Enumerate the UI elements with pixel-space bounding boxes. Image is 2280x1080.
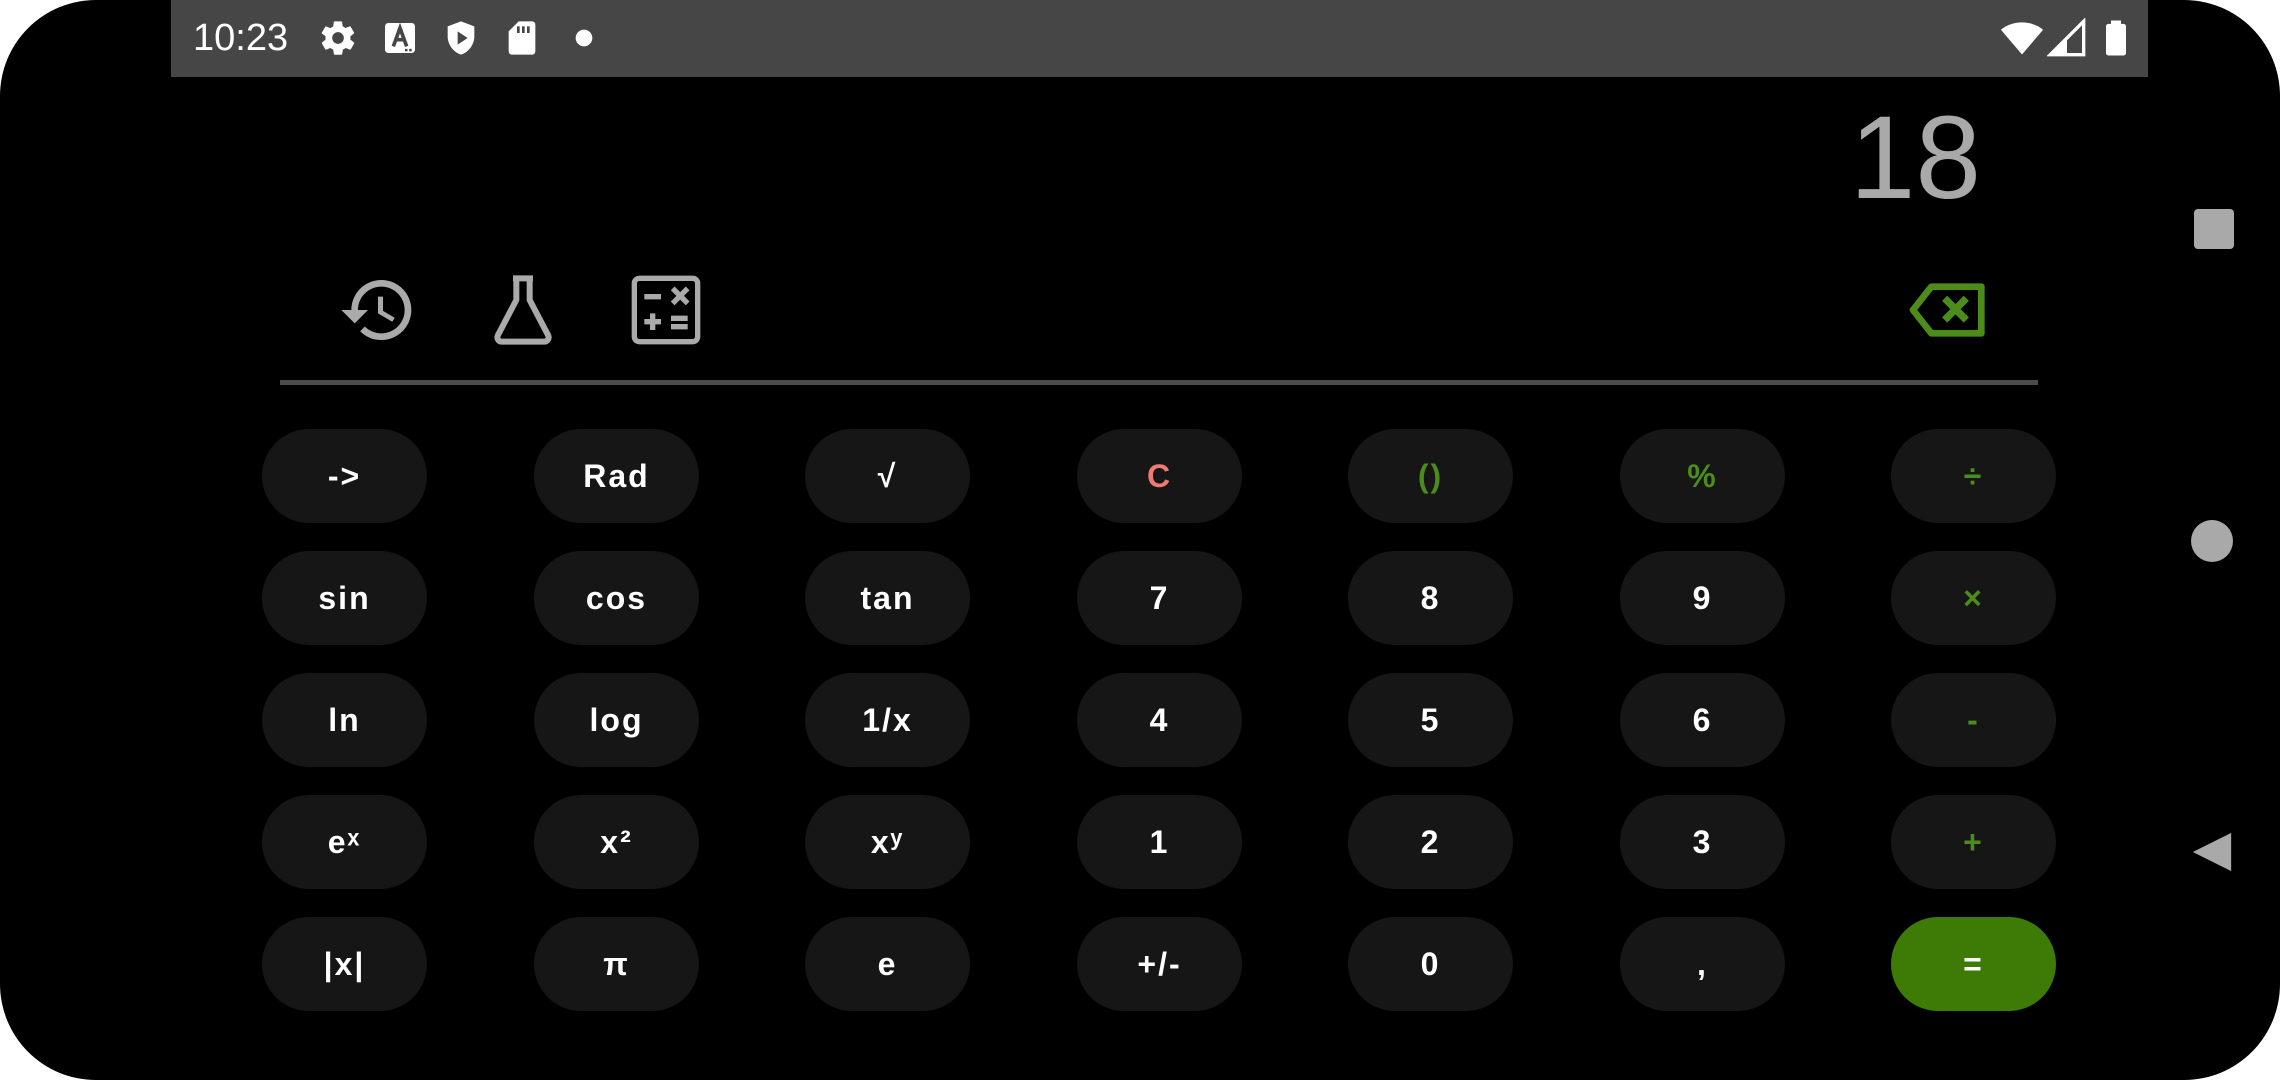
subtract-button[interactable]: -	[1891, 673, 2056, 767]
text-a-icon	[385, 22, 415, 53]
device-screen: 10:23 18 -> Rad √ C () % ÷ sin cos tan 7…	[0, 0, 2280, 1080]
tan-button[interactable]: tan	[805, 551, 970, 645]
display-divider	[280, 380, 2038, 385]
cos-button[interactable]: cos	[534, 551, 699, 645]
sd-card-icon	[508, 21, 536, 55]
battery-icon	[2106, 20, 2126, 56]
flask-icon[interactable]	[483, 270, 563, 350]
reciprocal-button[interactable]: 1/x	[805, 673, 970, 767]
convert-button[interactable]: ->	[262, 429, 427, 523]
percent-button[interactable]: %	[1620, 429, 1785, 523]
digit-0-button[interactable]: 0	[1348, 917, 1513, 1011]
shield-play-icon	[447, 21, 475, 55]
calculator-ops-icon[interactable]	[626, 270, 706, 350]
recents-square-icon[interactable]	[2194, 209, 2234, 249]
result-display: 18	[1849, 92, 1981, 224]
history-icon[interactable]	[338, 270, 418, 350]
backspace-icon[interactable]	[1908, 270, 1988, 350]
angle-mode-button[interactable]: Rad	[534, 429, 699, 523]
square-button[interactable]: x²	[534, 795, 699, 889]
absolute-button[interactable]: |x|	[262, 917, 427, 1011]
dot-icon	[575, 29, 593, 47]
power-button[interactable]: xʸ	[805, 795, 970, 889]
parentheses-button[interactable]: ()	[1348, 429, 1513, 523]
status-bar: 10:23	[171, 0, 2148, 77]
log-button[interactable]: log	[534, 673, 699, 767]
digit-4-button[interactable]: 4	[1077, 673, 1242, 767]
digit-1-button[interactable]: 1	[1077, 795, 1242, 889]
back-triangle-icon[interactable]	[2189, 829, 2235, 875]
add-button[interactable]: +	[1891, 795, 2056, 889]
digit-7-button[interactable]: 7	[1077, 551, 1242, 645]
cell-signal-icon	[2047, 18, 2086, 57]
multiply-button[interactable]: ×	[1891, 551, 2056, 645]
status-time: 10:23	[193, 17, 289, 59]
sqrt-button[interactable]: √	[805, 429, 970, 523]
negate-button[interactable]: +/-	[1077, 917, 1242, 1011]
digit-2-button[interactable]: 2	[1348, 795, 1513, 889]
euler-button[interactable]: e	[805, 917, 970, 1011]
equals-button[interactable]: =	[1891, 917, 2056, 1011]
digit-9-button[interactable]: 9	[1620, 551, 1785, 645]
exp-button[interactable]: eˣ	[262, 795, 427, 889]
clear-button[interactable]: C	[1077, 429, 1242, 523]
digit-8-button[interactable]: 8	[1348, 551, 1513, 645]
decimal-button[interactable]: ,	[1620, 917, 1785, 1011]
digit-3-button[interactable]: 3	[1620, 795, 1785, 889]
home-circle-icon[interactable]	[2191, 520, 2233, 562]
digit-5-button[interactable]: 5	[1348, 673, 1513, 767]
pi-button[interactable]: π	[534, 917, 699, 1011]
divide-button[interactable]: ÷	[1891, 429, 2056, 523]
ln-button[interactable]: ln	[262, 673, 427, 767]
wifi-icon	[2000, 22, 2044, 55]
digit-6-button[interactable]: 6	[1620, 673, 1785, 767]
sin-button[interactable]: sin	[262, 551, 427, 645]
gear-icon	[321, 21, 355, 55]
